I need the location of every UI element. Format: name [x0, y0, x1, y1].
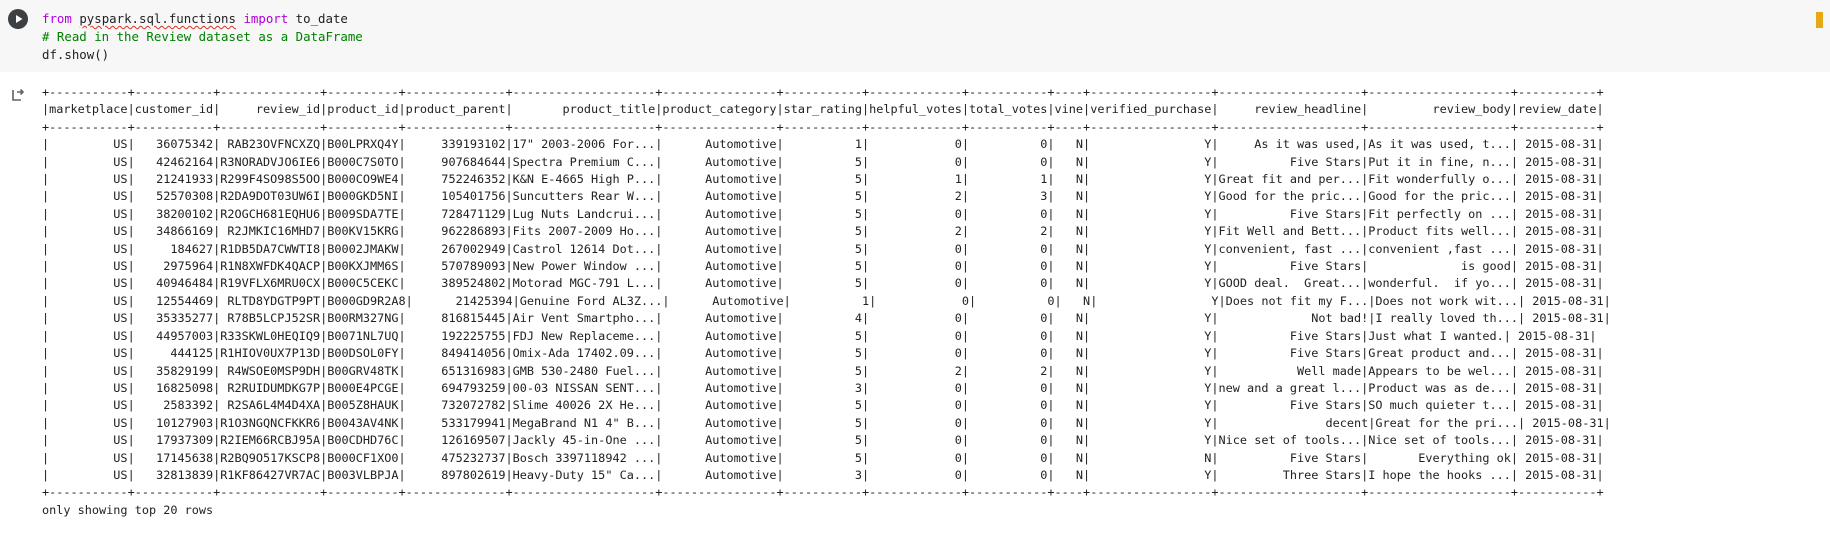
table-row: | US| 184627|R1DB5DA7CWWTI8|B0002JMAKW| … [42, 241, 1604, 256]
table-row: | US| 40946484|R19VFLX6MRU0CX|B000C5CEKC… [42, 276, 1604, 291]
code-line-1: from pyspark.sql.functions import to_dat… [42, 11, 348, 26]
table-row: | US| 44957003|R33SKWL0HEQIQ9|B0071NL7UQ… [42, 328, 1597, 343]
code-line-3: df.show() [42, 47, 110, 62]
code-editor[interactable]: from pyspark.sql.functions import to_dat… [42, 10, 363, 64]
table-row: | US| 17937309|R2IEM66RCBJ95A|B00CDHD76C… [42, 433, 1604, 448]
table-row: | US| 21241933|R299F4SO98S5OO|B000CO9WE4… [42, 172, 1604, 187]
table-row: | US| 36075342| RAB23OVFNCXZQ|B00LPRXQ4Y… [42, 137, 1604, 152]
table-border-mid: +-----------+-----------+--------------+… [42, 119, 1604, 134]
code-cell[interactable]: from pyspark.sql.functions import to_dat… [0, 0, 1830, 72]
run-cell-button[interactable] [8, 9, 28, 29]
table-row: | US| 16825098| R2RUIDUMDKG7P|B000E4PCGE… [42, 380, 1604, 395]
table-row: | US| 10127903|R1O3NGQNCFKKR6|B0043AV4NK… [42, 415, 1611, 430]
scrollbar-marker[interactable] [1816, 12, 1823, 28]
table-row: | US| 444125|R1HIOV0UX7P13D|B00DSOL0FY| … [42, 346, 1604, 361]
code-comment: # Read in the Review dataset as a DataFr… [42, 29, 363, 44]
rows-note: only showing top 20 rows [42, 502, 214, 517]
play-icon [16, 15, 23, 23]
table-row: | US| 2975964|R1N8XWFDK4QACP|B00KXJMM6S|… [42, 259, 1604, 274]
table-row: | US| 2583392| R2SA6L4M4D4XA|B005Z8HAUK|… [42, 398, 1604, 413]
table-row: | US| 12554469| RLTD8YDGTP9PT|B000GD9R2A… [42, 293, 1611, 308]
table-row: | US| 42462164|R3NORADVJO6IE6|B000C7S0TO… [42, 154, 1604, 169]
table-row: | US| 34866169| R2JMKIC16MHD7|B00KV15KRG… [42, 224, 1604, 239]
dataframe-output: +-----------+-----------+--------------+… [42, 84, 1611, 519]
table-row: | US| 35335277| R78B5LCPJ52SR|B00RM327NG… [42, 311, 1611, 326]
table-header: |marketplace|customer_id| review_id|prod… [42, 102, 1604, 117]
table-border-top: +-----------+-----------+--------------+… [42, 85, 1604, 99]
table-row: | US| 35829199| R4WSOE0MSP9DH|B00GRV48TK… [42, 363, 1604, 378]
table-row: | US| 52570308|R2DA9DOT03UW6I|B000GKD5NI… [42, 189, 1604, 204]
module-name: pyspark.sql.functions [79, 11, 236, 26]
table-border-bottom: +-----------+-----------+--------------+… [42, 485, 1604, 500]
table-row: | US| 32813839|R1KF86427VR7AC|B003VLBPJA… [42, 467, 1604, 482]
output-arrow-icon[interactable] [8, 86, 28, 106]
table-row: | US| 38200102|R2OGCH681EQHU6|B009SDA7TE… [42, 206, 1604, 221]
table-row: | US| 17145638|R2BQ9O517KSCP8|B000CF1XO0… [42, 450, 1604, 465]
